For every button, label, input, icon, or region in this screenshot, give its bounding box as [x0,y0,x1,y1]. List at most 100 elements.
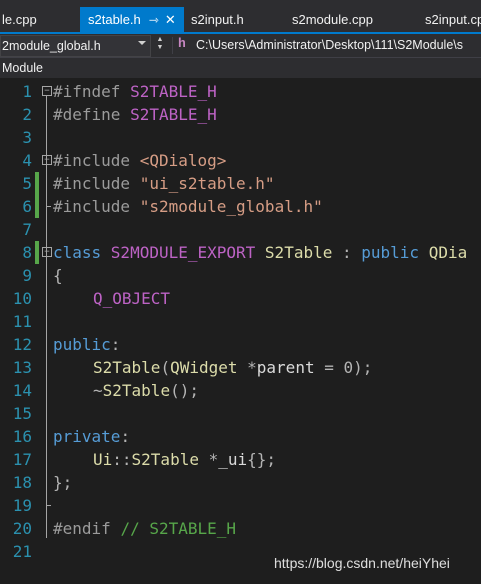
include-path: "s2module_global.h" [139,197,323,216]
project-bar[interactable]: Module [0,58,481,78]
split-spinner-icon[interactable]: ▲ ▼ [154,36,166,54]
keyword: public [53,335,111,354]
directive: #include [53,151,140,170]
code-line: #include "s2module_global.h" [53,195,323,218]
type-name: S2Table [131,450,199,469]
punctuation: { [53,266,63,285]
line-number: 14 [12,381,32,400]
punctuation: (); [170,381,199,400]
include-path: <QDialog> [139,151,227,170]
code-line: }; [53,471,72,494]
line-number: 16 [12,427,32,446]
code-line: #endif // S2TABLE_H [53,517,236,540]
base-class-name: QDia [428,243,468,262]
line-number: 2 [22,105,32,124]
tab-s2input-h[interactable]: s2input.h [191,7,244,32]
tab-s2input-cpp[interactable]: s2input.cp [425,7,481,32]
include-path: "ui_s2table.h" [139,174,275,193]
pin-icon[interactable]: ⇾ [149,13,159,27]
code-line: { [53,264,63,287]
parameter-name: parent [256,358,315,377]
watermark: https://blog.csdn.net/heiYhei [274,555,450,571]
line-number: 7 [22,220,32,239]
punctuation: : [332,243,362,262]
divider [172,37,173,54]
outline-guide [46,505,51,506]
code-editor[interactable]: 1 2 3 4 5 6 7 8 9 10 11 12 13 14 15 16 1… [0,78,481,584]
code-line: ~S2Table(); [93,379,199,402]
code-line: #ifndef S2TABLE_H [53,80,217,103]
punctuation: :: [112,450,132,469]
punctuation: : [110,335,121,354]
type-name: QWidget [170,358,238,377]
punctuation: * [237,358,257,377]
tab-s2table-h[interactable]: s2table.h ⇾ ✕ [80,7,184,32]
punctuation: ( [160,358,171,377]
scope-dropdown[interactable]: 2module_global.h [0,35,151,57]
document-tab-strip: le.cpp s2table.h ⇾ ✕ s2input.h s2module.cp… [0,0,481,34]
tab-label: s2module.cpp [292,12,373,27]
changed-line-marker [35,241,39,264]
keyword: public [361,243,429,262]
member-name: _ui [218,450,248,469]
code-line: public: [53,333,120,356]
code-line: #define S2TABLE_H [53,103,217,126]
directive: #define [53,105,131,124]
macro-name: Q_OBJECT [93,289,171,308]
tab-s2module-cpp[interactable]: s2module.cpp [292,7,373,32]
punctuation: * [198,450,219,469]
file-path: C:\Users\Administrator\Desktop\111\S2Mod… [196,38,464,52]
line-number: 13 [12,358,32,377]
macro-name: S2MODULE_EXPORT [110,243,265,262]
code-line: Q_OBJECT [93,287,170,310]
line-number: 12 [12,335,32,354]
macro-name: S2TABLE_H [130,105,217,124]
close-icon[interactable]: ✕ [165,12,176,27]
line-number: 15 [12,404,32,423]
tab-label: s2input.h [191,12,244,27]
collapse-icon[interactable]: − [42,86,52,96]
function-name: S2Table [102,381,171,400]
code-line: #include <QDialog> [53,149,226,172]
namespace-name: Ui [93,450,113,469]
line-number: 20 [12,519,32,538]
directive: #ifndef [53,82,131,101]
tab-label: s2table.h [88,12,141,27]
line-number: 10 [12,289,32,308]
code-line: class S2MODULE_EXPORT S2Table : public Q… [53,241,467,264]
line-number: 18 [12,473,32,492]
line-number: 5 [22,174,32,193]
tab-label: s2input.cp [425,12,481,27]
function-name: S2Table [93,358,161,377]
directive: #include [53,197,140,216]
line-number: 17 [12,450,32,469]
scope-dropdown-value: 2module_global.h [2,39,101,53]
line-number: 11 [12,312,32,331]
line-number: 1 [22,82,32,101]
chevron-down-icon[interactable] [138,41,146,45]
navigation-bar: 2module_global.h ▲ ▼ h C:\Users\Administr… [0,34,481,58]
class-name: S2Table [264,243,333,262]
keyword: private [53,427,121,446]
code-line: Ui::S2Table *_ui{}; [93,448,276,471]
punctuation: }; [53,473,73,492]
collapse-icon[interactable]: − [42,155,52,165]
code-line: S2Table(QWidget *parent = 0); [93,356,372,379]
directive: #endif [53,519,121,538]
tab-label: le.cpp [2,12,37,27]
header-file-icon: h [178,36,186,51]
line-number: 21 [12,542,32,561]
line-number: 6 [22,197,32,216]
tab-le-cpp[interactable]: le.cpp [2,7,37,32]
comment: // S2TABLE_H [120,519,237,538]
line-number: 19 [12,496,32,515]
outline-guide [46,206,51,207]
code-line: private: [53,425,130,448]
line-number: 9 [22,266,32,285]
directive: #include [53,174,140,193]
collapse-icon[interactable]: − [42,247,52,257]
punctuation: ~ [93,381,103,400]
keyword: class [53,243,111,262]
punctuation: = 0); [314,358,373,377]
punctuation: : [120,427,131,446]
